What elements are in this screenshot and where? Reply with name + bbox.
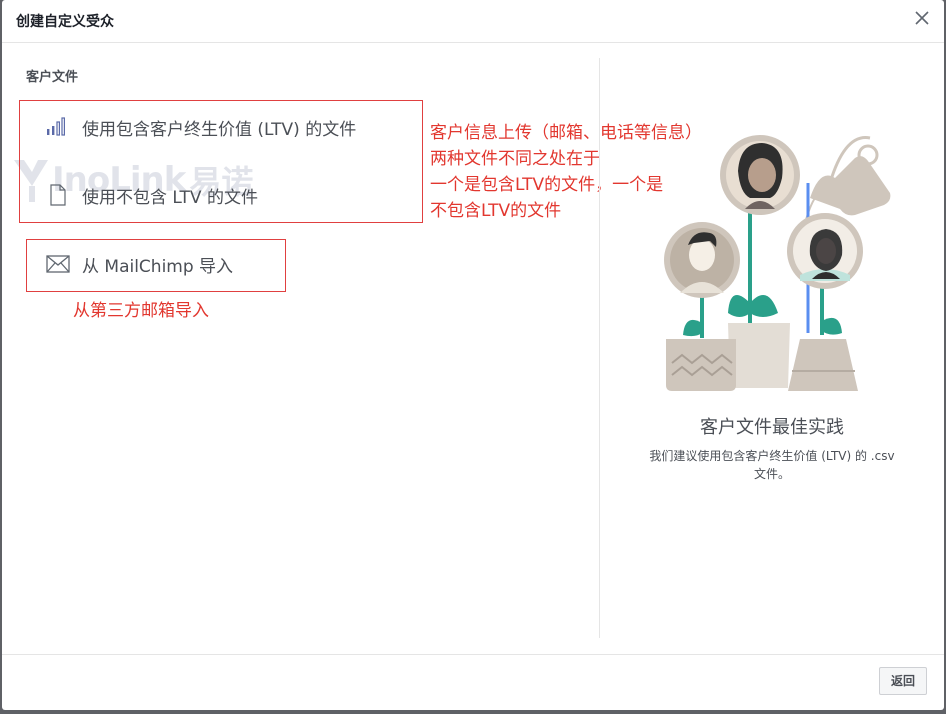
best-practices-panel: 客户文件最佳实践 我们建议使用包含客户终生价值 (LTV) 的 .csv 文件。 bbox=[600, 43, 944, 653]
annotation-box-mailchimp bbox=[26, 239, 286, 292]
close-icon[interactable] bbox=[914, 10, 930, 26]
annotation-note-line4: 不包含LTV的文件 bbox=[430, 201, 562, 221]
best-practices-desc-line1: 我们建议使用包含客户终生价值 (LTV) 的 .csv bbox=[649, 449, 895, 463]
best-practices-description: 我们建议使用包含客户终生价值 (LTV) 的 .csv 文件。 bbox=[620, 447, 924, 483]
dialog-footer: 返回 bbox=[2, 654, 944, 710]
create-custom-audience-dialog: 创建自定义受众 客户文件 InoLink 易诺 使用包含客户终生价值 (LTV)… bbox=[2, 0, 944, 710]
dialog-header: 创建自定义受众 bbox=[2, 0, 944, 43]
customer-flowers-illustration bbox=[664, 135, 891, 391]
annotation-note-line2: 两种文件不同之处在于 bbox=[430, 149, 600, 169]
annotation-box-file-options bbox=[19, 100, 423, 223]
section-label: 客户文件 bbox=[26, 70, 79, 85]
dialog-title: 创建自定义受众 bbox=[16, 14, 114, 30]
annotation-note-third-party: 从第三方邮箱导入 bbox=[73, 301, 209, 321]
best-practices-desc-line2: 文件。 bbox=[753, 467, 790, 481]
best-practices-title: 客户文件最佳实践 bbox=[700, 417, 844, 438]
back-button[interactable]: 返回 bbox=[878, 667, 927, 695]
